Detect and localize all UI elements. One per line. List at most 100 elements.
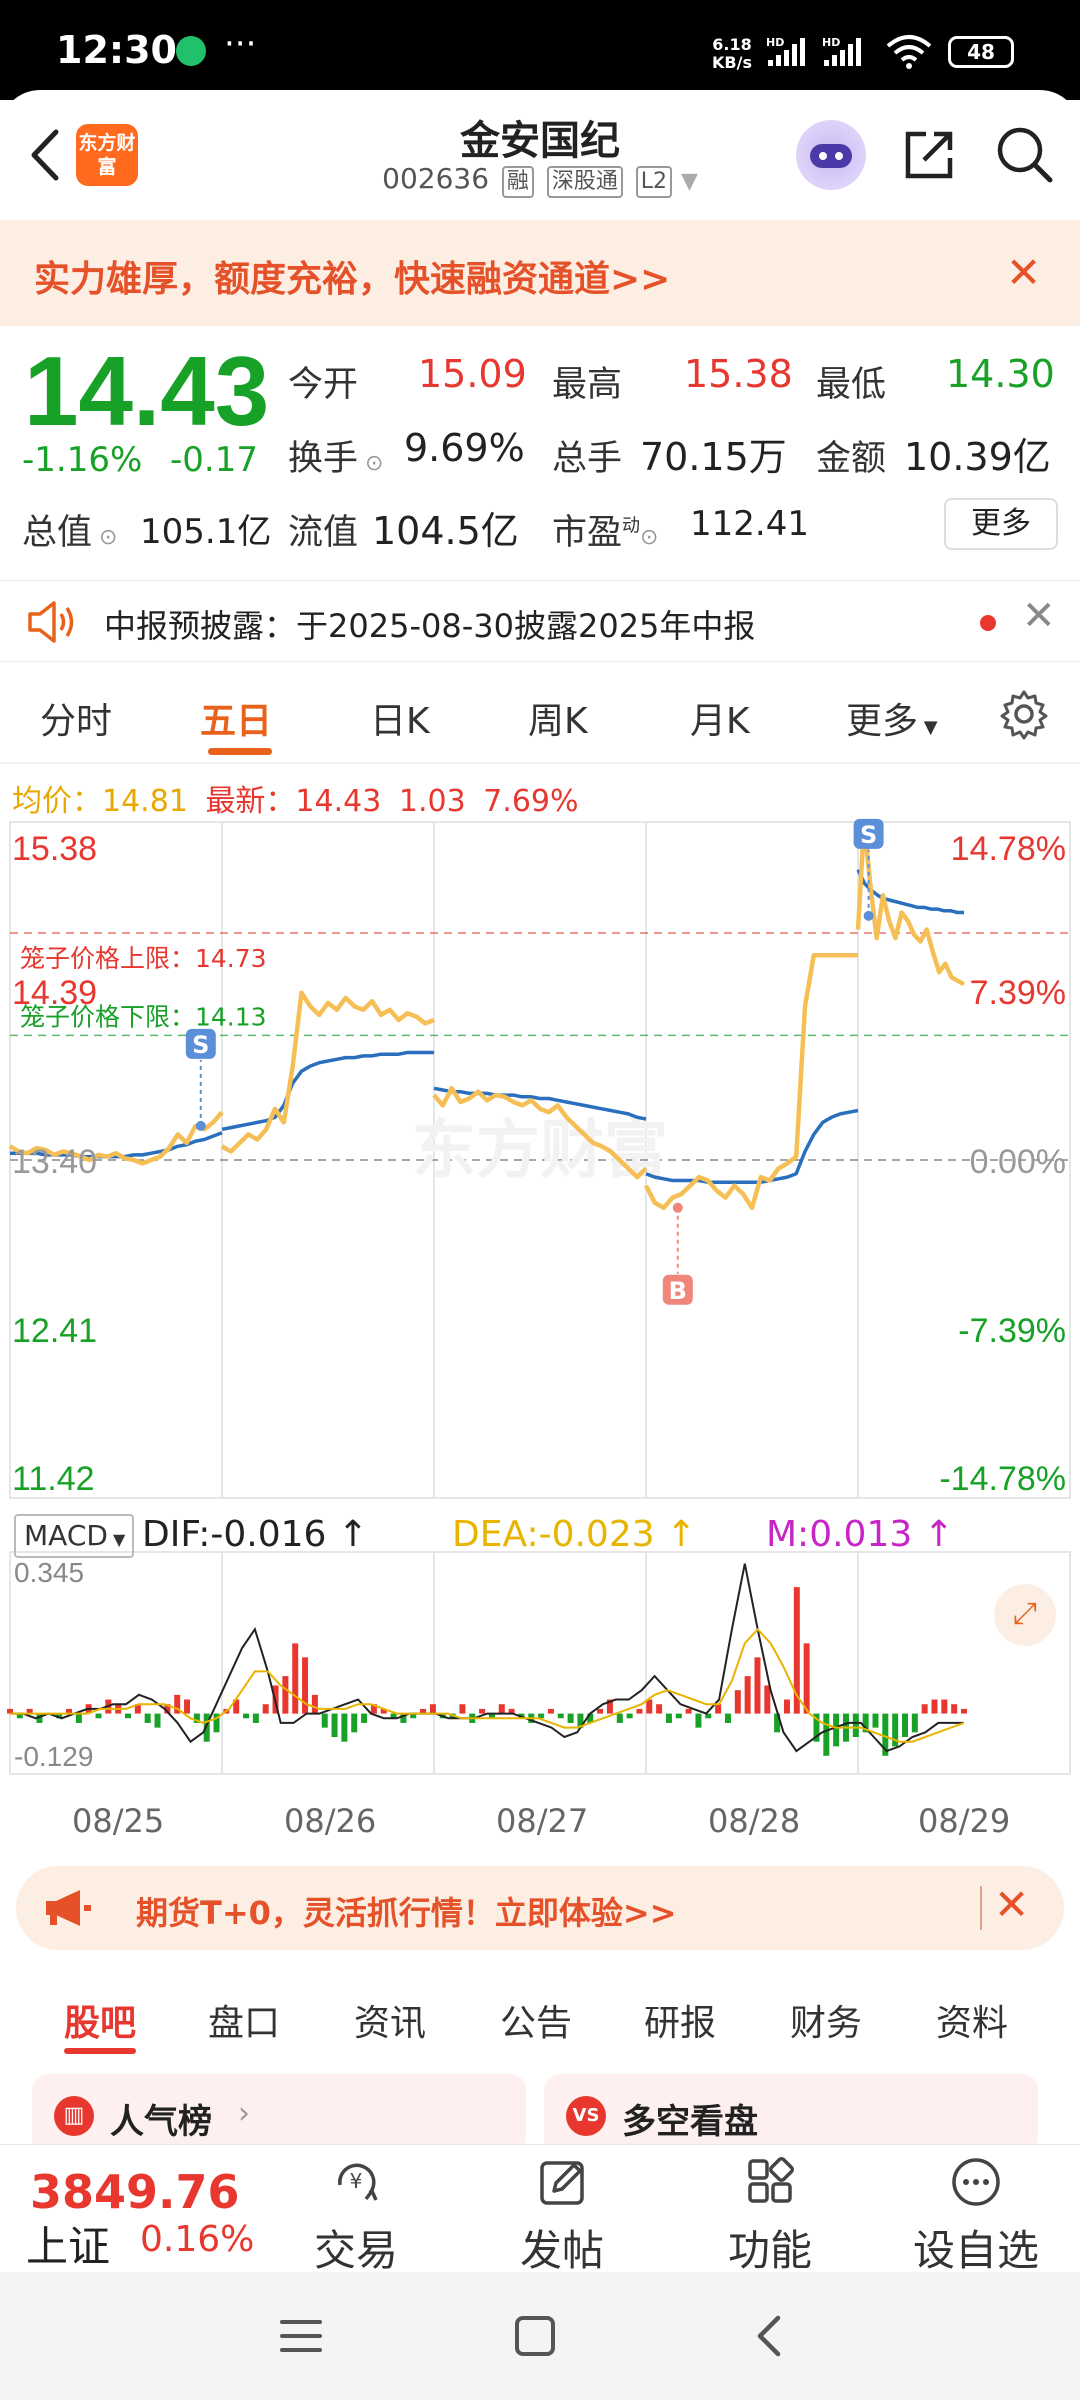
tab-intraday[interactable]: 分时 [40,692,112,744]
functions-button[interactable]: 功能 [700,2155,840,2278]
float-label: 流值 [288,513,359,553]
lower-limit-label: 笼子价格下限：14.13 [20,1002,267,1031]
macd-dif-value: DIF:-0.016 [142,1514,327,1555]
chart-bars-icon: ▥ [54,2096,94,2136]
menu-icon[interactable] [278,2316,324,2356]
promo-close-icon[interactable]: ✕ [1006,248,1041,297]
tab-five-day[interactable]: 五日 [200,692,272,744]
macd-ymin-label: -0.129 [14,1741,93,1772]
chevron-down-icon: ▼ [107,1530,126,1549]
y-tick-right: -14.78% [939,1460,1066,1498]
vs-icon: VS [566,2096,606,2136]
notice-close-icon[interactable]: ✕ [1022,593,1056,639]
amount-value: 10.39亿 [904,435,1051,479]
index-pct[interactable]: 0.16% [140,2219,254,2260]
pe-label[interactable]: 市盈动⊙ [552,504,658,555]
more-notifications-icon: ··· [224,24,257,64]
home-icon[interactable] [512,2314,558,2358]
mktcap-label[interactable]: 总值 ⊙ [22,504,117,555]
status-time: 12:30 [56,28,177,72]
tab-guba[interactable]: 股吧 [64,1994,136,2046]
back-nav-icon[interactable] [750,2312,790,2360]
report-notice-bar[interactable]: 中报预披露：于2025-08-30披露2025年中报 ✕ [0,580,1080,662]
svg-text:HD: HD [766,36,784,49]
marker-label: S [192,1031,209,1059]
cell-signal-1-icon: HD [766,36,805,66]
y-tick-left: 15.38 [12,830,97,868]
more-quote-button[interactable]: 更多 [944,498,1058,550]
share-icon[interactable] [900,126,958,184]
wifi-icon [886,35,932,69]
tab-more-label: 更多 [846,701,919,742]
tab-weekly-k[interactable]: 周K [528,692,588,744]
gear-icon[interactable] [998,688,1050,740]
tab-pankou[interactable]: 盘口 [208,1994,280,2046]
x-label: 08/29 [918,1802,1011,1840]
tab-research[interactable]: 研报 [644,1994,716,2046]
assistant-avatar-icon[interactable] [796,120,866,190]
margin-tag: 融 [501,166,534,198]
notice-text: 中报预披露：于2025-08-30披露2025年中报 [104,607,756,645]
connect-tag: 深股通 [546,166,623,198]
low-label: 最低 [816,365,887,405]
tab-more[interactable]: 更多 ▼ [846,692,938,744]
trade-label: 交易 [313,2226,398,2275]
marker-dot [195,1120,206,1131]
dea-line [10,1627,965,1743]
tab-monthly-k[interactable]: 月K [690,692,750,744]
divider [980,1886,982,1930]
bull-bear-card[interactable]: VS 多空看盘 [544,2074,1038,2154]
indicator-select[interactable]: MACD ▼ [14,1514,134,1558]
y-tick-left: 12.41 [12,1312,97,1350]
avg-series-line [645,1108,859,1184]
macd-m-value: M:0.013 [766,1514,913,1555]
net-speed: 6.18 KB/s [712,36,752,72]
battery-icon: 48 [948,36,1014,68]
popularity-label: 人气榜 [110,2102,212,2142]
bull-bear-label: 多空看盘 [622,2102,758,2142]
avg-series-line [221,1050,434,1132]
pe-value: 112.41 [690,504,809,544]
add-watchlist-label: 设自选 [912,2226,1039,2275]
tab-profile[interactable]: 资料 [936,1994,1008,2046]
amount-label: 金额 [816,439,887,479]
mktcap-label-text: 总值 [22,513,93,553]
net-speed-unit: KB/s [712,53,752,72]
level2-tag: L2 [635,166,673,198]
arrow-up-icon: ↑ [912,1514,954,1555]
index-name[interactable]: 上证 [26,2213,110,2274]
status-bar: 12:30 ··· 6.18 KB/s HD HD 48 [0,0,1080,100]
marker-dot [672,1202,683,1213]
system-nav-bar [0,2272,1080,2400]
turnover-label[interactable]: 换手 ⊙ [288,430,383,481]
add-watchlist-button[interactable]: 设自选 [906,2155,1046,2278]
trade-button[interactable]: ¥ 交易 [286,2155,426,2278]
expand-icon[interactable]: ⤢ [994,1584,1056,1646]
tab-announcements[interactable]: 公告 [500,1994,572,2046]
index-value[interactable]: 3849.76 [30,2165,240,2219]
tab-financials[interactable]: 财务 [790,1994,862,2046]
active-tab-indicator [208,748,272,755]
marker-label: B [669,1277,687,1305]
high-label: 最高 [552,365,623,405]
edit-icon [540,2161,584,2205]
float-value: 104.5亿 [372,509,519,553]
search-icon[interactable] [994,124,1054,184]
financing-promo-banner[interactable]: 实力雄厚，额度充裕，快速融资通道>> ✕ [0,220,1080,326]
y-tick-right: 0.00% [970,1143,1066,1181]
y-tick-right: 7.39% [970,974,1066,1012]
five-day-chart[interactable]: 东方财富 15.38 14.78%14.39 7.39%13.40 0.00%12.4… [0,812,1080,1812]
post-button[interactable]: 发帖 [492,2155,632,2278]
megaphone-icon [46,1890,91,1926]
popularity-card[interactable]: ▥ 人气榜 › [32,2074,526,2154]
unread-dot [980,615,996,631]
arrow-up-icon: ↑ [326,1514,369,1555]
futures-promo-banner[interactable]: 期货T+0，灵活抓行情！立即体验>> ✕ [16,1866,1064,1950]
arrow-up-icon: ↑ [654,1514,697,1555]
tab-daily-k[interactable]: 日K [370,692,430,744]
macd-dif: DIF:-0.016 ↑ [142,1514,368,1555]
tab-news[interactable]: 资讯 [354,1994,426,2046]
current-price: 14.43 [24,336,270,446]
indicator-select-label: MACD [24,1519,108,1552]
futures-close-icon[interactable]: ✕ [994,1880,1029,1929]
